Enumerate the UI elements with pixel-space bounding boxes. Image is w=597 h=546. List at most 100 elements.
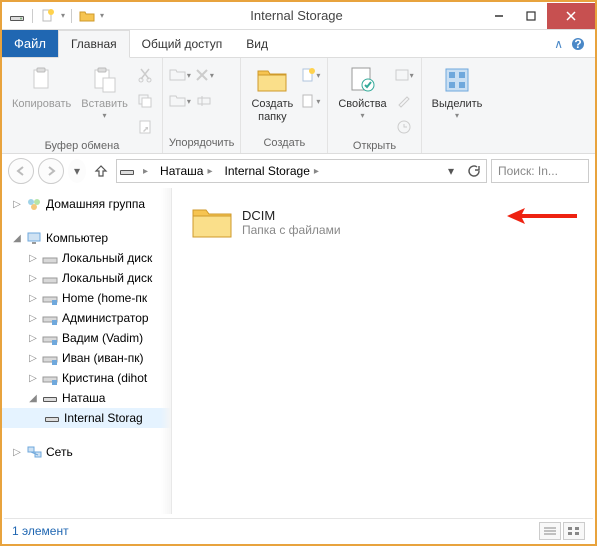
tab-file[interactable]: Файл — [2, 30, 58, 57]
tree-natasha[interactable]: ◢Наташа — [2, 388, 171, 408]
expander-icon[interactable]: ◢ — [12, 233, 22, 244]
search-input[interactable]: Поиск: In... — [491, 159, 589, 183]
recent-locations-button[interactable]: ▾ — [68, 159, 86, 183]
network-icon — [26, 444, 42, 460]
properties-button[interactable]: Свойства ▾ — [334, 62, 390, 122]
crumb-root-icon[interactable]: ▸ — [139, 166, 152, 177]
qat-menu-icon[interactable]: ▾ — [100, 11, 104, 20]
maximize-button[interactable] — [515, 3, 547, 29]
tree-label: Локальный диск — [62, 251, 152, 265]
netdrive-icon — [42, 290, 58, 306]
move-to-icon[interactable]: ▾ — [169, 64, 191, 86]
window-title: Internal Storage — [110, 8, 483, 23]
up-button[interactable] — [90, 160, 112, 182]
copy-button[interactable]: Копировать — [8, 62, 75, 113]
view-details-button[interactable] — [539, 522, 561, 540]
tree-kristina[interactable]: ▷Кристина (dihot — [2, 368, 171, 388]
folder-qat-icon[interactable] — [78, 7, 96, 25]
crumb-natasha[interactable]: Наташа▸ — [156, 164, 216, 178]
tree-label: Наташа — [62, 391, 105, 405]
expander-icon[interactable]: ▷ — [12, 447, 22, 458]
main-area: ▷ Домашняя группа ◢ Компьютер ▷Локальный… — [2, 188, 595, 514]
history-icon[interactable] — [393, 116, 415, 138]
tab-home[interactable]: Главная — [58, 30, 130, 58]
navigation-bar: ▾ ▸ Наташа▸ Internal Storage▸ ▾ Поиск: I… — [2, 154, 595, 188]
tab-view[interactable]: Вид — [234, 30, 280, 57]
tree-network[interactable]: ▷ Сеть — [2, 442, 171, 462]
folder-name: DCIM — [242, 208, 341, 223]
tree-homegroup[interactable]: ▷ Домашняя группа — [2, 194, 171, 214]
drive-small-icon — [42, 390, 58, 406]
address-bar[interactable]: ▸ Наташа▸ Internal Storage▸ ▾ — [116, 159, 487, 183]
tree-vadim[interactable]: ▷Вадим (Vadim) — [2, 328, 171, 348]
group-open: Свойства ▾ ▾ Открыть — [328, 58, 421, 153]
close-button[interactable] — [547, 3, 595, 29]
view-icons-button[interactable] — [563, 522, 585, 540]
paste-shortcut-icon[interactable] — [134, 116, 156, 138]
new-item-icon[interactable]: ▾ — [299, 64, 321, 86]
title-bar: ▾ ▾ Internal Storage — [2, 2, 595, 30]
tree-label: Сеть — [46, 445, 73, 459]
disk-icon — [42, 250, 58, 266]
new-folder-button[interactable]: Создать папку — [247, 62, 297, 126]
tree-localdisk-1[interactable]: ▷Локальный диск — [2, 248, 171, 268]
refresh-icon[interactable] — [462, 160, 484, 182]
group-label-select — [428, 147, 487, 151]
tree-localdisk-2[interactable]: ▷Локальный диск — [2, 268, 171, 288]
easy-access-icon[interactable]: ▾ — [299, 90, 321, 112]
open-icon[interactable]: ▾ — [393, 64, 415, 86]
tree-ivan[interactable]: ▷Иван (иван-пк) — [2, 348, 171, 368]
properties-icon — [347, 64, 379, 96]
expander-icon[interactable]: ▷ — [12, 199, 22, 210]
rename-icon[interactable] — [193, 90, 215, 112]
ribbon-collapse-icon[interactable]: ∧ — [554, 37, 563, 51]
tree-label: Кристина (dihot — [62, 371, 147, 385]
back-button[interactable] — [8, 158, 34, 184]
tree-internal-storage[interactable]: Internal Storag — [2, 408, 171, 428]
window-controls — [483, 3, 595, 29]
group-organize: ▾ ▾ ▾ Упорядочить — [163, 58, 241, 153]
tree-admin[interactable]: ▷Администратор — [2, 308, 171, 328]
tree-label: Internal Storag — [64, 411, 143, 425]
new-document-icon[interactable] — [39, 7, 57, 25]
disk-icon — [42, 270, 58, 286]
folder-large-icon — [190, 202, 234, 242]
edit-icon[interactable] — [393, 90, 415, 112]
ribbon: Копировать Вставить ▾ Буфер обмена ▾ ▾ ▾ — [2, 58, 595, 154]
group-label-organize: Упорядочить — [169, 135, 234, 151]
group-label-open: Открыть — [334, 138, 414, 154]
tree-label: Home (home-пк — [62, 291, 147, 305]
paste-button[interactable]: Вставить ▾ — [77, 62, 132, 122]
content-pane[interactable]: DCIM Папка с файлами — [172, 188, 595, 514]
ribbon-tabs: Файл Главная Общий доступ Вид ∧ ? — [2, 30, 595, 58]
tree-label: Администратор — [62, 311, 149, 325]
tree-computer[interactable]: ◢ Компьютер — [2, 228, 171, 248]
cut-icon[interactable] — [134, 64, 156, 86]
annotation-arrow-icon — [507, 206, 577, 226]
group-select: Выделить ▾ — [422, 58, 493, 153]
copy-icon — [26, 64, 58, 96]
group-label-new: Создать — [247, 135, 321, 151]
address-dropdown-icon[interactable]: ▾ — [440, 160, 462, 182]
select-button[interactable]: Выделить ▾ — [428, 62, 487, 122]
delete-icon[interactable]: ▾ — [193, 64, 215, 86]
tree-label: Домашняя группа — [46, 197, 145, 211]
qat-dropdown-icon[interactable]: ▾ — [61, 11, 65, 20]
tree-label: Локальный диск — [62, 271, 152, 285]
status-bar: 1 элемент — [4, 518, 593, 542]
crumb-internal[interactable]: Internal Storage▸ — [220, 164, 322, 178]
help-icon[interactable]: ? — [571, 37, 585, 51]
homegroup-icon — [26, 196, 42, 212]
folder-subtitle: Папка с файлами — [242, 223, 341, 237]
copy-path-icon[interactable] — [134, 90, 156, 112]
tab-share[interactable]: Общий доступ — [130, 30, 235, 57]
quick-access-toolbar: ▾ ▾ — [2, 7, 110, 25]
copy-to-icon[interactable]: ▾ — [169, 90, 191, 112]
select-icon — [441, 64, 473, 96]
svg-text:?: ? — [574, 37, 581, 51]
tree-home[interactable]: ▷Home (home-пк — [2, 288, 171, 308]
drive-small-icon — [44, 410, 60, 426]
drive-addr-icon — [119, 164, 135, 178]
forward-button[interactable] — [38, 158, 64, 184]
minimize-button[interactable] — [483, 3, 515, 29]
